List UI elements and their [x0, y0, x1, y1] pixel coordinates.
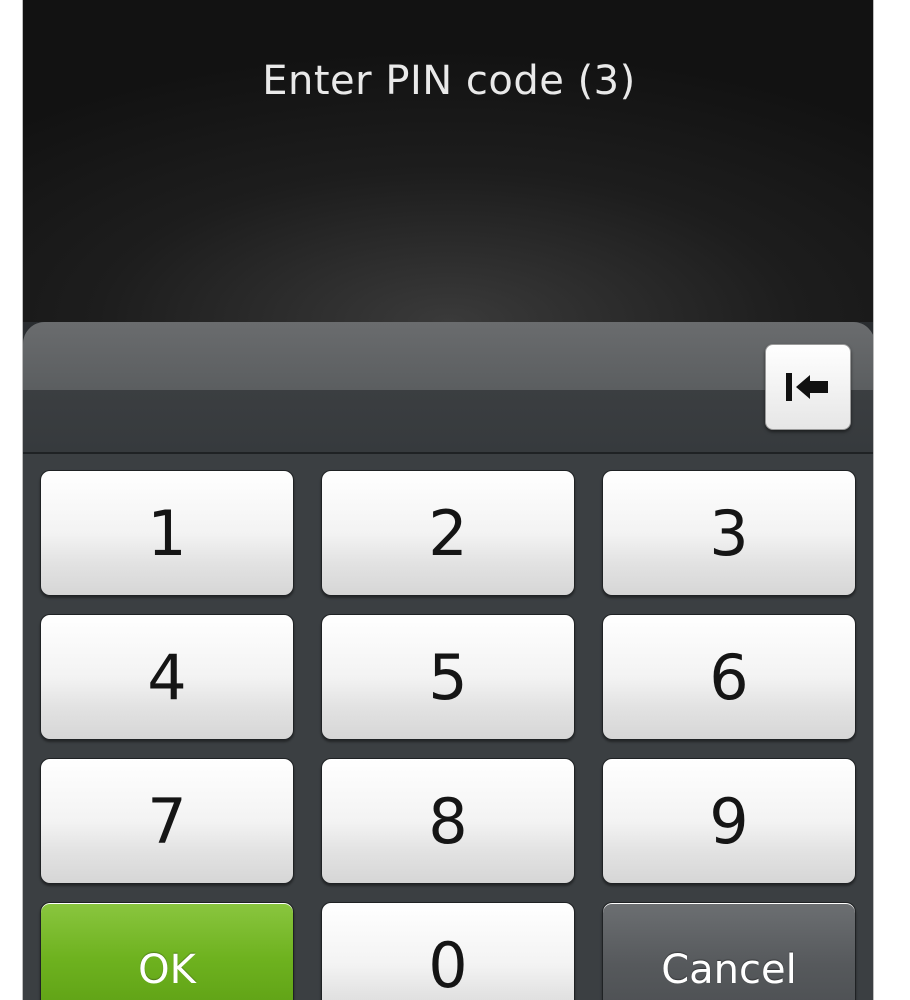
key-9[interactable]: 9: [602, 758, 856, 884]
backspace-icon: [786, 373, 828, 401]
cancel-button[interactable]: Cancel: [602, 902, 856, 1000]
key-1[interactable]: 1: [40, 470, 294, 596]
pin-entry-screen: Enter PIN code (3) 1 2 3 4 5 6 7 8 9 OK …: [22, 0, 874, 1000]
header: Enter PIN code (3): [23, 0, 873, 322]
key-7[interactable]: 7: [40, 758, 294, 884]
backspace-button[interactable]: [765, 344, 851, 430]
numeric-keypad: 1 2 3 4 5 6 7 8 9 OK 0 Cancel: [23, 454, 873, 1000]
key-2[interactable]: 2: [321, 470, 575, 596]
pin-entry-panel: [23, 322, 873, 454]
key-5[interactable]: 5: [321, 614, 575, 740]
key-8[interactable]: 8: [321, 758, 575, 884]
pin-prompt-title: Enter PIN code (3): [262, 58, 636, 104]
pin-input-field[interactable]: [23, 322, 873, 390]
key-6[interactable]: 6: [602, 614, 856, 740]
key-4[interactable]: 4: [40, 614, 294, 740]
key-0[interactable]: 0: [321, 902, 575, 1000]
key-3[interactable]: 3: [602, 470, 856, 596]
ok-button[interactable]: OK: [40, 902, 294, 1000]
